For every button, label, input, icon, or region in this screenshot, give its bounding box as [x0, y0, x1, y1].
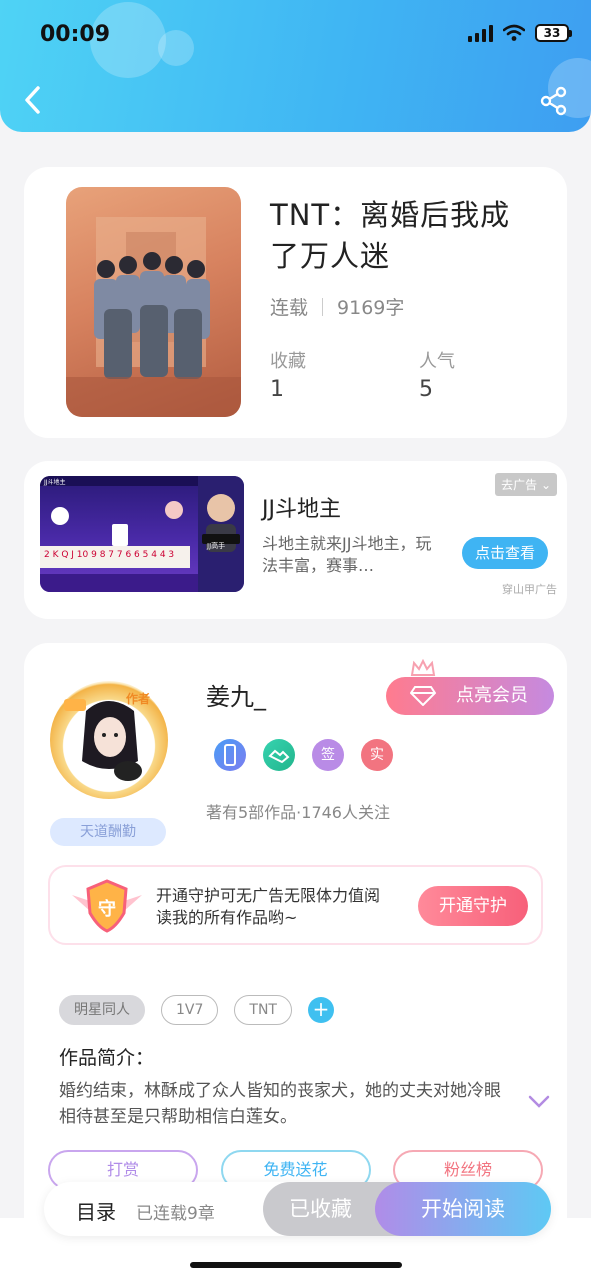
- popularity-value: 5: [419, 377, 433, 402]
- ad-description: 斗地主就来JJ斗地主，玩法丰富，赛事…: [262, 534, 432, 575]
- remove-ad-button[interactable]: 去广告 ⌄: [495, 473, 557, 496]
- guard-text: 开通守护可无广告无限体力值阅读我的所有作品哟~: [156, 886, 381, 927]
- guard-shield-icon: 守: [72, 879, 142, 933]
- avatar-illustration: 作者: [64, 691, 150, 781]
- crown-icon: [410, 659, 436, 676]
- ad-host-tag: JJ高手: [206, 541, 225, 550]
- author-card: 作者 天道酬勤 姜九_ 点亮会员 签 实 著有5部作品·1746人关注 守 开通…: [24, 643, 567, 1263]
- word-count: 9169字: [337, 297, 405, 319]
- diamond-icon: [410, 686, 436, 706]
- wifi-icon: [503, 24, 525, 41]
- ad-game-tag: JJ斗地主: [43, 478, 66, 486]
- verified-badge[interactable]: 实: [361, 739, 393, 771]
- ad-view-button[interactable]: 点击查看: [462, 537, 548, 569]
- add-tag-button[interactable]: +: [307, 997, 334, 1023]
- tag-item[interactable]: 1V7: [161, 995, 219, 1025]
- vip-button[interactable]: 点亮会员: [386, 677, 554, 715]
- battery-icon: 33: [535, 24, 572, 42]
- author-avatar[interactable]: 作者: [50, 681, 168, 799]
- ad-image[interactable]: 2 K Q J 10 9 8 7 7 6 6 5 4 4 3 JJ高手 JJ斗地…: [40, 476, 244, 592]
- toc-button[interactable]: 目录: [76, 1196, 116, 1225]
- vip-button-label: 点亮会员: [456, 685, 528, 706]
- status-icons: 33: [468, 24, 572, 42]
- serial-status: 连载: [270, 297, 309, 319]
- tag-item[interactable]: TNT: [234, 995, 292, 1025]
- author-stats: 著有5部作品·1746人关注: [206, 803, 390, 822]
- author-role-badge: 作者: [126, 691, 150, 706]
- book-tags: 明星同人 1V7 TNT +: [59, 995, 334, 1025]
- guard-icon-char: 守: [98, 898, 116, 920]
- intro-label: 作品简介：: [59, 1047, 155, 1069]
- divider: [322, 297, 324, 316]
- status-time: 00:09: [40, 22, 111, 47]
- book-cover[interactable]: [66, 187, 241, 417]
- intro-text: 婚约结束，林酥成了众人皆知的丧家犬，她的丈夫对她冷眼相待甚至是只帮助相信白莲女。: [59, 1081, 501, 1127]
- ad-title: JJ斗地主: [262, 497, 341, 522]
- share-button[interactable]: [539, 86, 569, 116]
- ad-game-screenshot: 2 K Q J 10 9 8 7 7 6 6 5 4 4 3 JJ高手 JJ斗地…: [40, 476, 244, 592]
- book-meta: 连载 9169字: [270, 293, 404, 320]
- chapter-count: 已连载9章: [136, 1204, 215, 1224]
- expand-chevron-icon[interactable]: [528, 1095, 550, 1109]
- decorative-bubble: [158, 30, 194, 66]
- ad-source: 穿山甲广告: [502, 583, 557, 596]
- guard-promo: 守 开通守护可无广告无限体力值阅读我的所有作品哟~ 开通守护: [48, 865, 543, 945]
- signed-badge[interactable]: 签: [312, 739, 344, 771]
- cover-photo: [66, 217, 241, 417]
- signal-icon: [468, 24, 493, 42]
- author-name: 姜九_: [206, 683, 266, 711]
- ad-card[interactable]: 2 K Q J 10 9 8 7 7 6 6 5 4 4 3 JJ高手 JJ斗地…: [24, 461, 567, 619]
- author-badges: 签 实: [214, 739, 393, 771]
- book-title: TNT：离婚后我成了万人迷: [270, 198, 511, 273]
- book-info-card: TNT：离婚后我成了万人迷 连载 9169字 收藏 1 人气 5: [24, 167, 567, 438]
- svg-text:2 K Q J 10 9 8 7 7 6 6 5 4 4 3: 2 K Q J 10 9 8 7 7 6 6 5 4 4 3: [44, 550, 174, 560]
- back-button[interactable]: [18, 82, 48, 118]
- popularity-label: 人气: [419, 351, 455, 372]
- header: 00:09 33: [0, 0, 591, 132]
- favorites-label: 收藏: [270, 351, 306, 372]
- favorites-value: 1: [270, 377, 284, 402]
- home-indicator: [190, 1262, 402, 1268]
- handshake-badge-icon[interactable]: [263, 739, 295, 771]
- author-title-tag: 天道酬勤: [50, 818, 166, 846]
- phone-badge-icon[interactable]: [214, 739, 246, 771]
- open-guard-button[interactable]: 开通守护: [418, 886, 528, 926]
- start-reading-button[interactable]: 开始阅读: [375, 1182, 551, 1236]
- tag-item[interactable]: 明星同人: [59, 995, 145, 1025]
